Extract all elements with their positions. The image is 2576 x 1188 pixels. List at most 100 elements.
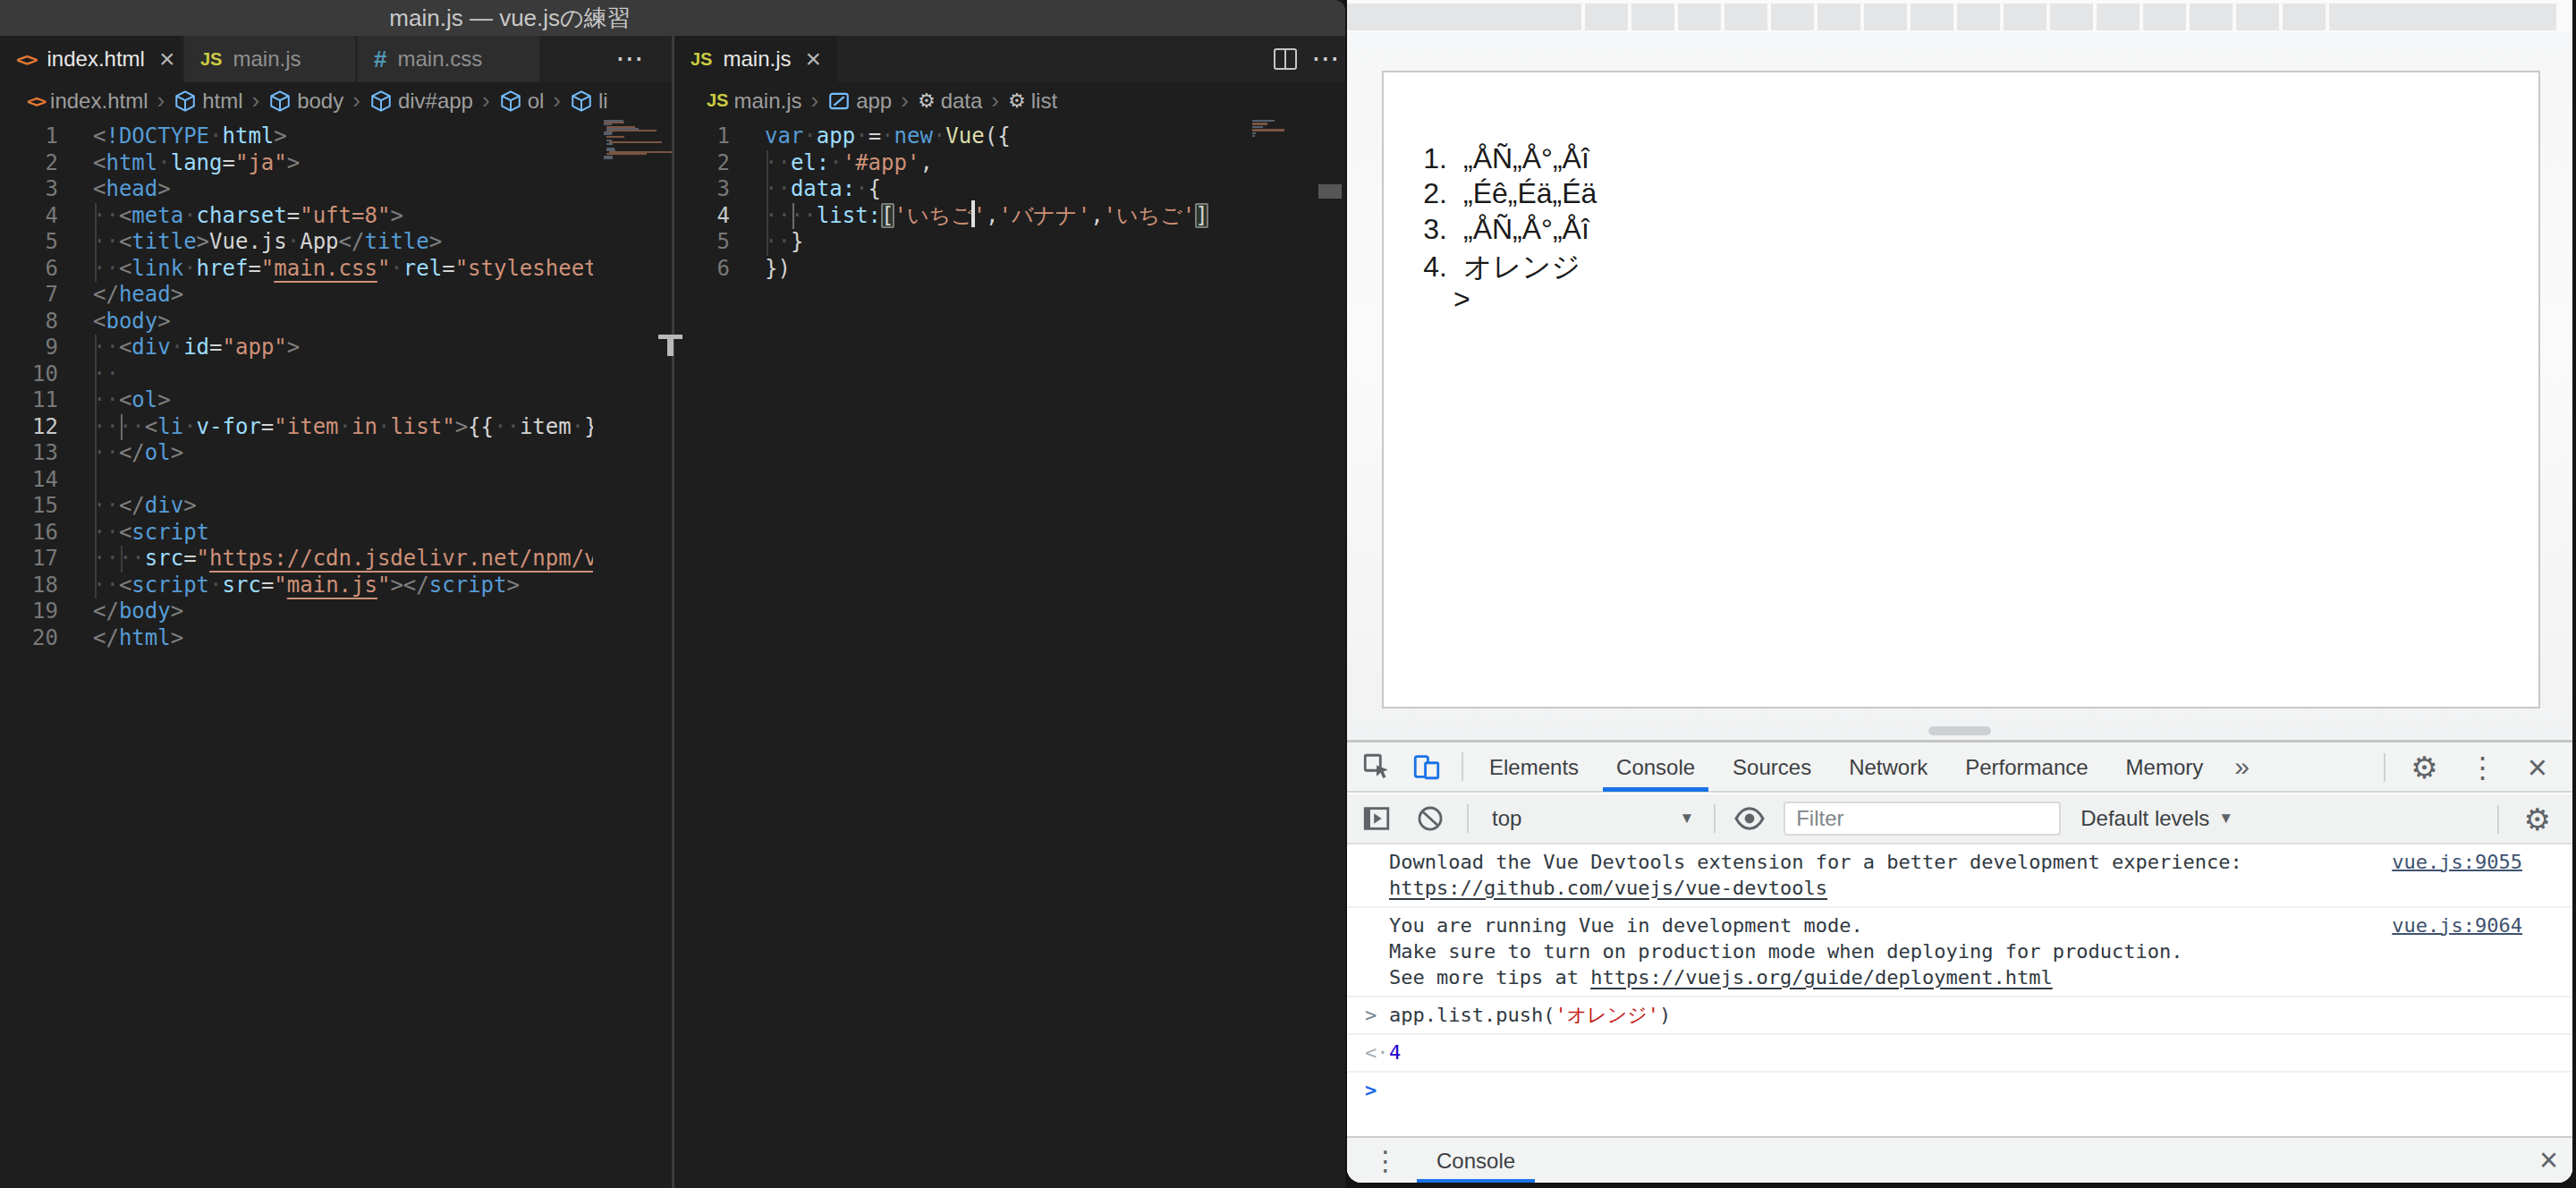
browser-tab[interactable] <box>2329 4 2556 30</box>
devtools-close-icon[interactable]: × <box>2528 749 2547 787</box>
browser-tabstrip[interactable] <box>1347 0 2572 32</box>
code-line[interactable]: ··<script·src="main.js"></script> <box>93 573 593 599</box>
source-location-link[interactable]: vue.js:9064 <box>2392 912 2522 938</box>
split-editor-icon[interactable] <box>1274 48 1297 70</box>
devtools-menu-icon[interactable]: ⋮ <box>2469 751 2497 785</box>
console-settings-icon[interactable]: ⚙ <box>2524 802 2551 837</box>
tab-index.html[interactable]: <>index.html× <box>0 36 182 82</box>
devtools-tab-console[interactable]: Console <box>1597 742 1714 792</box>
code-line[interactable]: <body> <box>93 309 593 335</box>
code-line[interactable]: ··<div·id="app"> <box>93 335 593 361</box>
devtools-tab-network[interactable]: Network <box>1830 742 1946 792</box>
code-line[interactable]: ··<title>Vue.js·App</title> <box>93 229 593 256</box>
devtools-tab-sources[interactable]: Sources <box>1714 742 1830 792</box>
code-line[interactable]: ··} <box>765 229 1250 256</box>
devtools-tab-performance[interactable]: Performance <box>1946 742 2106 792</box>
code-line[interactable] <box>93 467 593 494</box>
console-sidebar-icon[interactable] <box>1361 803 1392 834</box>
breadcrumb-item[interactable]: body <box>297 89 343 114</box>
code-line[interactable]: </head> <box>93 282 593 309</box>
breadcrumb-item[interactable]: app <box>856 89 892 114</box>
code-line[interactable]: <!DOCTYPE·html> <box>93 123 593 150</box>
code-line[interactable]: </html> <box>93 625 593 652</box>
breadcrumb-item[interactable]: ol <box>528 89 545 114</box>
console-link[interactable]: https://github.com/vuejs/vue-devtools <box>1389 877 1827 899</box>
log-levels-selector[interactable]: Default levels <box>2080 806 2209 831</box>
code-editor[interactable]: var·app·=·new·Vue({··el:·'#app',··data:·… <box>765 123 1250 282</box>
scrollbar-thumb[interactable] <box>1318 184 1342 199</box>
browser-tab[interactable] <box>2283 4 2326 30</box>
code-line[interactable]: ····src="https://cdn.jsdelivr.net/npm/vu… <box>93 546 593 573</box>
clear-console-icon[interactable] <box>1415 803 1445 834</box>
breadcrumb[interactable]: JSmain.js›app›⚙data›⚙list <box>707 82 1057 119</box>
browser-tab[interactable] <box>1678 4 1721 30</box>
code-line[interactable]: ··data:·{ <box>765 176 1250 203</box>
device-toolbar-icon[interactable] <box>1411 751 1442 782</box>
editor-actions-more-icon[interactable]: ⋯ <box>615 41 644 75</box>
code-line[interactable]: ·· <box>93 361 593 388</box>
more-tabs-icon[interactable]: » <box>2234 751 2250 782</box>
code-line[interactable]: ··<ol> <box>93 387 593 414</box>
tab-close-icon[interactable]: × <box>806 44 822 74</box>
inspect-element-icon[interactable] <box>1361 751 1392 782</box>
console-filter-input[interactable]: Filter <box>1784 802 2061 836</box>
code-line[interactable]: <head> <box>93 176 593 203</box>
source-location-link[interactable]: vue.js:9055 <box>2392 849 2522 875</box>
browser-tab[interactable] <box>1864 4 1907 30</box>
code-line[interactable]: </body> <box>93 598 593 625</box>
browser-tab[interactable] <box>1818 4 1860 30</box>
browser-tab[interactable] <box>1631 4 1674 30</box>
code-line[interactable]: }) <box>765 256 1250 283</box>
devtools-tab-elements[interactable]: Elements <box>1470 742 1597 792</box>
breadcrumb-item[interactable]: main.js <box>733 89 801 114</box>
drawer-console-tab[interactable]: Console <box>1415 1137 1537 1183</box>
breadcrumb-item[interactable]: list <box>1031 89 1057 114</box>
context-dropdown-icon[interactable]: ▼ <box>1679 810 1694 827</box>
code-line[interactable]: ····list:['いちご','バナナ','いちご'] <box>765 203 1250 230</box>
devtools-tab-memory[interactable]: Memory <box>2107 742 2223 792</box>
breadcrumb[interactable]: <>index.html›html›body›div#app›ol›li <box>27 82 608 119</box>
code-line[interactable]: ··<link·href="main.css"·rel="stylesheet"… <box>93 256 593 283</box>
browser-tab[interactable] <box>1771 4 1814 30</box>
code-editor[interactable]: <!DOCTYPE·html><html·lang="ja"><head>··<… <box>93 123 593 651</box>
breadcrumb-item[interactable]: index.html <box>50 89 148 114</box>
console-link[interactable]: https://vuejs.org/guide/deployment.html <box>1590 966 2053 989</box>
browser-tab[interactable] <box>2004 4 2046 30</box>
editor-actions-more-icon[interactable]: ⋯ <box>1311 41 1340 75</box>
levels-dropdown-icon[interactable]: ▼ <box>2218 810 2233 827</box>
code-line[interactable]: ····<li·v-for="item·in·list">{{··item·}}… <box>93 414 593 441</box>
browser-tab[interactable] <box>2050 4 2093 30</box>
whitespace-dots: · <box>933 123 945 148</box>
breadcrumb-item[interactable]: data <box>941 89 983 114</box>
devtools-settings-icon[interactable]: ⚙ <box>2411 750 2437 785</box>
code-line[interactable]: ··</div> <box>93 493 593 520</box>
drawer-close-icon[interactable]: × <box>2539 1141 2558 1179</box>
tab-main.js[interactable]: JSmain.js <box>184 36 355 82</box>
drawer-menu-icon[interactable]: ⋮ <box>1372 1145 1399 1176</box>
browser-tab[interactable] <box>1585 4 1628 30</box>
devtools-resize-handle[interactable] <box>1928 726 1991 735</box>
browser-tab[interactable] <box>2143 4 2186 30</box>
breadcrumb-item[interactable]: div#app <box>398 89 473 114</box>
vscode-titlebar[interactable]: main.js — vue.jsの練習 <box>0 0 1345 36</box>
browser-tab[interactable] <box>2190 4 2233 30</box>
breadcrumb-item[interactable]: li <box>598 89 608 114</box>
browser-tab[interactable] <box>1911 4 1953 30</box>
code-line[interactable]: ··</ol> <box>93 440 593 467</box>
code-line[interactable]: ··el:·'#app', <box>765 150 1250 177</box>
code-line[interactable]: <html·lang="ja"> <box>93 150 593 177</box>
browser-tab[interactable] <box>2097 4 2140 30</box>
live-expression-icon[interactable] <box>1733 802 1766 835</box>
browser-tab[interactable] <box>1724 4 1767 30</box>
code-line[interactable]: ··<meta·charset="uft=8"> <box>93 203 593 230</box>
breadcrumb-item[interactable]: html <box>202 89 242 114</box>
browser-tab[interactable] <box>1347 4 1581 30</box>
tab-main.css[interactable]: #main.css <box>358 36 539 82</box>
code-line[interactable]: var·app·=·new·Vue({ <box>765 123 1250 150</box>
tab-close-icon[interactable]: × <box>159 44 175 74</box>
context-selector[interactable]: top <box>1492 806 1521 831</box>
tab-main.js[interactable]: JSmain.js× <box>674 36 837 82</box>
code-line[interactable]: ··<script <box>93 520 593 547</box>
browser-tab[interactable] <box>2236 4 2279 30</box>
browser-tab[interactable] <box>1957 4 2000 30</box>
